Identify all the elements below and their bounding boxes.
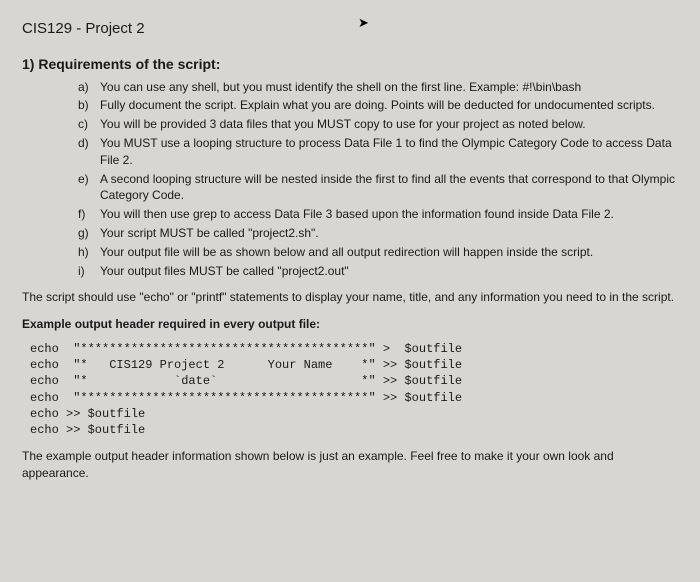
list-item: b) Fully document the script. Explain wh… — [78, 97, 678, 114]
list-item: g) Your script MUST be called "project2.… — [78, 225, 678, 242]
cursor-icon: ➤ — [358, 14, 369, 32]
item-text: Your output files MUST be called "projec… — [100, 263, 678, 280]
item-text: You will then use grep to access Data Fi… — [100, 206, 678, 223]
closing-note: The example output header information sh… — [22, 448, 678, 482]
item-marker: d) — [78, 135, 100, 169]
requirements-header: 1) Requirements of the script: — [22, 55, 678, 75]
item-marker: i) — [78, 263, 100, 280]
item-text: Your output file will be as shown below … — [100, 244, 678, 261]
item-text: You will be provided 3 data files that y… — [100, 116, 678, 133]
item-text: Fully document the script. Explain what … — [100, 97, 678, 114]
item-marker: a) — [78, 79, 100, 96]
item-marker: g) — [78, 225, 100, 242]
list-item: e) A second looping structure will be ne… — [78, 171, 678, 205]
list-item: c) You will be provided 3 data files tha… — [78, 116, 678, 133]
item-marker: b) — [78, 97, 100, 114]
code-example: echo "**********************************… — [30, 341, 678, 438]
list-item: d) You MUST use a looping structure to p… — [78, 135, 678, 169]
page-title: CIS129 - Project 2 — [22, 18, 678, 39]
item-marker: e) — [78, 171, 100, 205]
requirements-list: a) You can use any shell, but you must i… — [22, 79, 678, 280]
paragraph-usage: The script should use "echo" or "printf"… — [22, 289, 678, 306]
list-item: i) Your output files MUST be called "pro… — [78, 263, 678, 280]
item-text: You MUST use a looping structure to proc… — [100, 135, 678, 169]
item-text: You can use any shell, but you must iden… — [100, 79, 678, 96]
item-text: Your script MUST be called "project2.sh"… — [100, 225, 678, 242]
item-text: A second looping structure will be neste… — [100, 171, 678, 205]
item-marker: h) — [78, 244, 100, 261]
list-item: f) You will then use grep to access Data… — [78, 206, 678, 223]
example-header: Example output header required in every … — [22, 316, 678, 333]
item-marker: f) — [78, 206, 100, 223]
item-marker: c) — [78, 116, 100, 133]
list-item: h) Your output file will be as shown bel… — [78, 244, 678, 261]
list-item: a) You can use any shell, but you must i… — [78, 79, 678, 96]
